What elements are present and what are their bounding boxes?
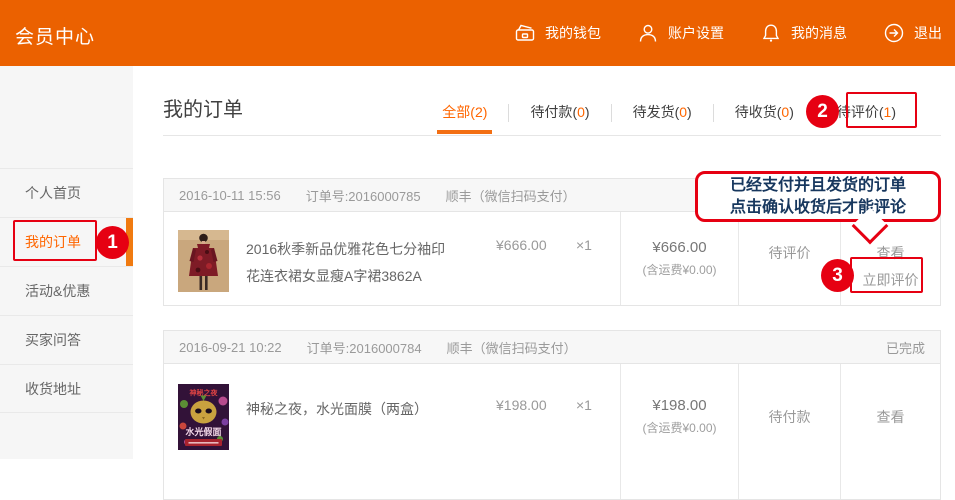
product-title-line1: 2016秋季新品优雅花色七分袖印: [246, 236, 486, 263]
order-header-status: 已完成: [886, 338, 925, 357]
bell-icon: [760, 22, 782, 44]
tab-label: 待付款: [530, 104, 572, 120]
order-status-cell: 待付款: [738, 364, 840, 499]
my-wallet-button[interactable]: 我的钱包: [514, 22, 601, 44]
order-total: ¥666.00: [621, 239, 738, 256]
order-header: 2016-10-11 15:56 订单号:2016000785 顺丰（微信扫码支…: [164, 179, 940, 212]
order-total: ¥198.00: [621, 397, 738, 414]
sidebar-item-promotions[interactable]: 活动&优惠: [0, 266, 133, 315]
tab-pending-review[interactable]: 待评价(1): [816, 92, 917, 134]
sidebar-menu: 个人首页 我的订单 活动&优惠 买家问答 收货地址: [0, 168, 133, 413]
tab-label: 待收货: [735, 104, 777, 120]
tab-pending-payment[interactable]: 待付款(0): [509, 92, 610, 134]
tab-all[interactable]: 全部(2): [421, 92, 508, 134]
order-action-cell: 查看 立即评价: [840, 212, 940, 305]
order-status: 待付款: [769, 409, 811, 425]
product-image-dress[interactable]: [178, 230, 229, 297]
tab-count: 0: [577, 104, 585, 120]
app-header: 会员中心 我的钱包 账户设置: [0, 0, 955, 66]
logout-icon: [883, 22, 905, 44]
main-content: 我的订单 全部(2) 待付款(0) 待发货(0) 待收货(0) 待评价(1) 2…: [133, 66, 955, 459]
tab-paren: ): [483, 104, 488, 120]
product-cell: 2016秋季新品优雅花色七分袖印 花连衣裙女显瘦A字裙3862A ¥666.00…: [164, 212, 620, 305]
logout-button[interactable]: 退出: [883, 22, 942, 44]
sidebar-item-buyer-qa[interactable]: 买家问答: [0, 315, 133, 364]
user-icon: [637, 22, 659, 44]
view-order-link[interactable]: 查看: [841, 407, 940, 427]
tab-label: 待评价: [837, 104, 879, 120]
sidebar-item-my-orders[interactable]: 我的订单: [0, 217, 133, 266]
my-messages-label: 我的消息: [791, 23, 847, 43]
order-number: 订单号:2016000784: [307, 338, 422, 357]
product-title[interactable]: 神秘之夜，水光面膜（两盒）: [246, 396, 486, 423]
app-title: 会员中心: [15, 22, 95, 49]
my-wallet-label: 我的钱包: [545, 23, 601, 43]
page-title: 我的订单: [163, 93, 243, 122]
title-divider: [163, 135, 941, 136]
my-messages-button[interactable]: 我的消息: [760, 22, 847, 44]
svg-text:水光假面: 水光假面: [185, 426, 221, 437]
review-now-link[interactable]: 立即评价: [841, 270, 940, 290]
product-quantity: ×1: [576, 397, 592, 413]
order-header: 2016-09-21 10:22 订单号:2016000784 顺丰（微信扫码支…: [164, 331, 940, 364]
order-status: 待评价: [769, 245, 811, 261]
order-freight: (含运费¥0.00): [621, 419, 738, 436]
tab-count: 0: [679, 104, 687, 120]
logout-label: 退出: [914, 23, 942, 43]
order-status-cell: 待评价: [738, 212, 840, 305]
order-freight: (含运费¥0.00): [621, 261, 738, 278]
order-card: 2016-10-11 15:56 订单号:2016000785 顺丰（微信扫码支…: [163, 178, 941, 306]
product-quantity: ×1: [576, 237, 592, 253]
tab-label: 待发货: [633, 104, 675, 120]
tab-pending-receipt[interactable]: 待收货(0): [714, 92, 815, 134]
sidebar-item-label: 买家问答: [25, 332, 81, 348]
tab-paren: ): [687, 104, 692, 120]
order-total-cell: ¥666.00 (含运费¥0.00): [620, 212, 738, 305]
sidebar-item-label: 我的订单: [25, 234, 81, 250]
product-title-line1: 神秘之夜，水光面膜（两盒）: [246, 396, 486, 423]
order-datetime: 2016-10-11 15:56: [179, 188, 281, 203]
order-tabs: 全部(2) 待付款(0) 待发货(0) 待收货(0) 待评价(1): [421, 92, 917, 134]
order-datetime: 2016-09-21 10:22: [179, 340, 282, 355]
order-body: 2016秋季新品优雅花色七分袖印 花连衣裙女显瘦A字裙3862A ¥666.00…: [164, 212, 940, 305]
product-price: ¥666.00: [496, 237, 547, 253]
sidebar: 个人首页 我的订单 活动&优惠 买家问答 收货地址: [0, 66, 133, 459]
header-nav: 我的钱包 账户设置 我的消息: [514, 0, 942, 66]
order-number: 订单号:2016000785: [306, 186, 421, 205]
order-body: 神秘之夜 水光假面 神秘之夜，水光面膜（两盒） ¥198.0: [164, 364, 940, 499]
product-cell: 神秘之夜 水光假面 神秘之夜，水光面膜（两盒） ¥198.0: [164, 364, 620, 499]
product-title-line2: 花连衣裙女显瘦A字裙3862A: [246, 263, 486, 290]
order-action-cell: 查看: [840, 364, 940, 499]
tab-label: 全部: [442, 104, 470, 120]
tab-paren: ): [789, 104, 794, 120]
tab-paren: ): [891, 104, 896, 120]
sidebar-item-shipping-address[interactable]: 收货地址: [0, 364, 133, 413]
tab-count: 2: [475, 104, 483, 120]
order-shipping-payment: 顺丰（微信扫码支付）: [447, 338, 577, 357]
sidebar-item-label: 收货地址: [25, 381, 81, 397]
account-settings-label: 账户设置: [668, 23, 724, 43]
tab-pending-shipment[interactable]: 待发货(0): [612, 92, 713, 134]
tab-paren: ): [585, 104, 590, 120]
active-indicator: [126, 218, 133, 266]
sidebar-item-label: 活动&优惠: [25, 283, 90, 299]
order-shipping-payment: 顺丰（微信扫码支付）: [446, 186, 576, 205]
product-title[interactable]: 2016秋季新品优雅花色七分袖印 花连衣裙女显瘦A字裙3862A: [246, 236, 486, 290]
sidebar-item-home[interactable]: 个人首页: [0, 168, 133, 217]
sidebar-item-label: 个人首页: [25, 185, 81, 201]
view-order-link[interactable]: 查看: [841, 243, 940, 263]
product-image-mask[interactable]: 神秘之夜 水光假面: [178, 384, 229, 455]
account-settings-button[interactable]: 账户设置: [637, 22, 724, 44]
wallet-icon: [514, 22, 536, 44]
product-price: ¥198.00: [496, 397, 547, 413]
order-card: 2016-09-21 10:22 订单号:2016000784 顺丰（微信扫码支…: [163, 330, 941, 500]
order-total-cell: ¥198.00 (含运费¥0.00): [620, 364, 738, 499]
